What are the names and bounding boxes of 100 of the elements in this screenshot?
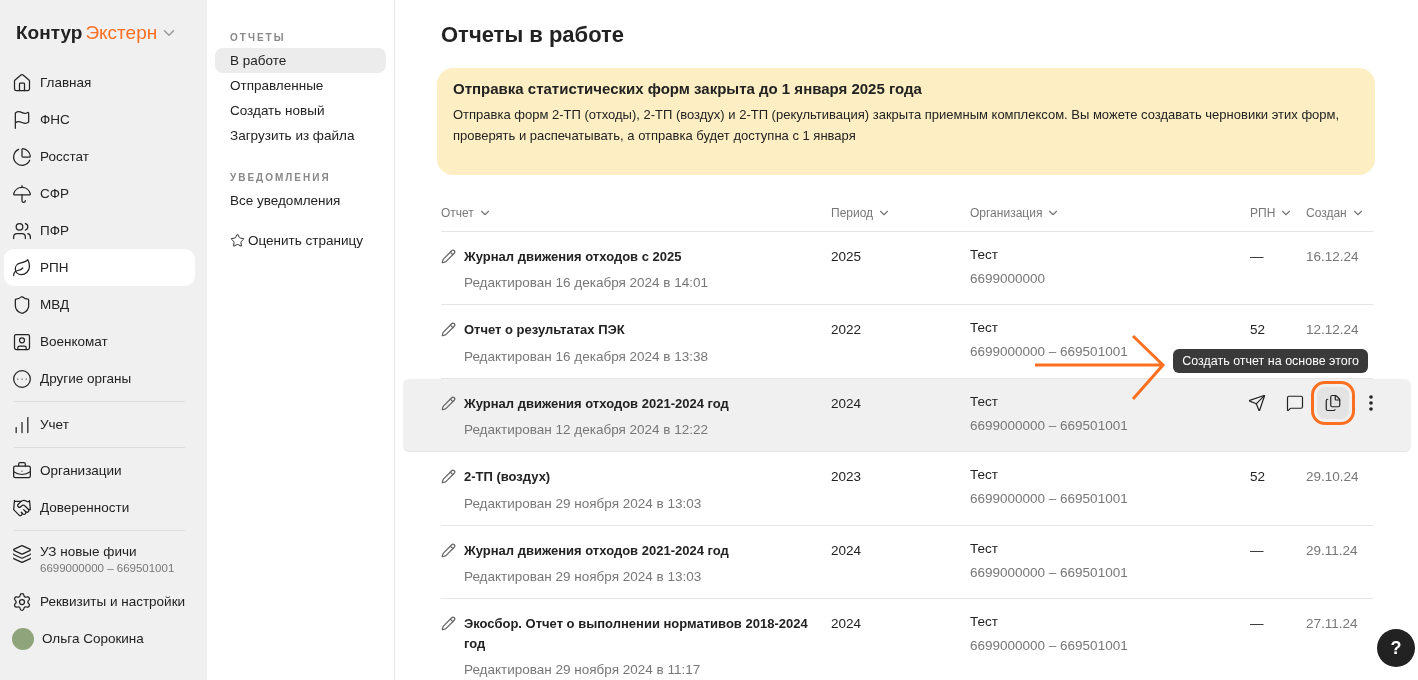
edited-date: Редактирован 29 ноября 2024 в 13:03 (464, 495, 702, 511)
period-cell: 2023 (831, 469, 862, 485)
pencil-icon (441, 469, 456, 485)
organization-number: 6699000000 (970, 270, 1047, 286)
documents-icon (1324, 393, 1342, 412)
organization-name: Тест (970, 246, 999, 262)
created-date: 12.12.24 (1306, 322, 1359, 338)
sidebar-item[interactable]: Главная (4, 64, 195, 101)
sidebar-item[interactable]: Военкомат (4, 323, 195, 360)
page-title: Отчеты в работе (441, 22, 626, 48)
created-date: 29.11.24 (1306, 542, 1358, 558)
comment-icon (1286, 393, 1304, 412)
avatar (12, 627, 34, 650)
period-cell: 2022 (831, 322, 862, 338)
pencil-icon (441, 322, 456, 338)
report-title[interactable]: 2-ТП (воздух) (464, 467, 702, 487)
sidebar-item[interactable]: ФНС (4, 101, 195, 138)
created-date: 29.10.24 (1306, 469, 1359, 485)
organization-name: Тест (970, 540, 999, 556)
dots-circle-icon (12, 368, 32, 389)
organization-number: 6699000000 – 669501001 (970, 638, 1129, 654)
banner-title: Отправка статистических форм закрыта до 1 января 2025 года (453, 80, 923, 97)
column-header[interactable]: Организация (970, 205, 1250, 220)
table-row[interactable]: Экосбор. Отчет о выполнении нормативов 2018-2024 год Редактирован 29 ноября 2024 в 11:17 2024 Тест 6699000000 – 669501001 — 27.11.24 (441, 599, 1373, 680)
sidebar-item[interactable]: Другие органы (4, 360, 195, 397)
table-row[interactable]: 2-ТП (воздух) Редактирован 29 ноября 2024 в 13:03 2023 Тест 6699000000 – 669501001 52 29.10.24 (441, 452, 1373, 526)
column-header[interactable]: Создан (1306, 205, 1373, 220)
account-number: 6699000000 – 669501001 (40, 562, 175, 574)
portrait-icon (12, 331, 32, 352)
sidebar-item[interactable]: СФР (4, 175, 195, 212)
account-switcher[interactable]: УЗ новые фичи 6699000000 – 669501001 (4, 535, 195, 583)
handshake-icon (12, 497, 32, 518)
edited-date: Редактирован 16 декабря 2024 в 13:38 (464, 348, 709, 364)
nav-section-heading: ОТЧЕТЫ (229, 32, 287, 43)
nav-item[interactable]: Загрузить из файла (215, 123, 386, 148)
period-cell: 2024 (831, 616, 862, 632)
organization-name: Тест (970, 467, 999, 483)
umbrella-icon (12, 183, 32, 204)
pencil-icon (441, 542, 456, 558)
shield-icon (12, 294, 32, 315)
nav-item[interactable]: В работе (215, 48, 386, 73)
rpn-cell: — (1250, 248, 1264, 264)
report-title[interactable]: Отчет о результатах ПЭК (464, 320, 709, 340)
report-title[interactable]: Экосбор. Отчет о выполнении нормативов 2018-2024 год (464, 614, 831, 654)
organization-number: 6699000000 – 669501001 (970, 344, 1129, 360)
created-date: 16.12.24 (1306, 248, 1359, 264)
pencil-icon (441, 248, 456, 264)
period-cell: 2024 (831, 395, 862, 411)
organization-name: Тест (970, 393, 999, 409)
nav-item[interactable]: Отправленные (215, 73, 386, 98)
nav-item[interactable]: Все уведомления (215, 188, 386, 213)
hovered-row[interactable]: Журнал движения отходов 2021-2024 год Редактирован 12 декабря 2024 в 12:22 2024 Тест 6699000000 – 669501001 (403, 378, 1411, 453)
settings-icon (12, 591, 32, 612)
rate-page-link[interactable]: Оценить страницу (215, 233, 386, 248)
edited-date: Редактирован 29 ноября 2024 в 13:03 (464, 569, 703, 585)
leaf-icon (12, 257, 32, 278)
sidebar-item[interactable]: Доверенности (4, 489, 195, 526)
organization-number: 6699000000 – 669501001 (970, 491, 1129, 507)
period-cell: 2024 (831, 542, 862, 558)
period-cell: 2025 (831, 248, 862, 264)
help-button[interactable]: ? (1377, 629, 1415, 667)
edited-date: Редактирован 16 декабря 2024 в 14:01 (464, 275, 709, 291)
sidebar-item[interactable]: Росстат (4, 138, 195, 175)
column-header[interactable]: Период (831, 205, 970, 220)
nav-item[interactable]: Создать новый (215, 98, 386, 123)
table-row[interactable]: Журнал движения отходов 2021-2024 год Редактирован 29 ноября 2024 в 13:03 2024 Тест 6699000000 – 669501001 — 29.11.24 (441, 525, 1373, 600)
more-icon (1369, 394, 1373, 411)
edited-date: Редактирован 12 декабря 2024 в 12:22 (464, 422, 710, 438)
account-name: УЗ новые фичи (40, 544, 138, 559)
sidebar-item[interactable]: ПФР (4, 212, 195, 249)
pencil-icon (441, 616, 456, 632)
banner-text: Отправка форм 2-ТП (отходы), 2-ТП (воздух) и 2-ТП (рекультивация) закрыта приемным комплексом. Вы можете создавать черновики этих форм, проверять и распечатывать, а отправка будет доступна с 1 января (453, 106, 1341, 145)
stack-icon (12, 544, 32, 564)
nav-section-heading: УВЕДОМЛЕНИЯ (229, 172, 332, 183)
logo-brand: Контур (16, 22, 83, 44)
organization-name: Тест (970, 614, 999, 630)
rpn-cell: — (1250, 616, 1264, 632)
pencil-icon (441, 395, 456, 411)
report-title[interactable]: Журнал движения отходов с 2025 (464, 246, 709, 267)
sidebar-item[interactable]: Реквизиты и настройки (4, 583, 195, 620)
created-date: 27.11.24 (1306, 616, 1358, 632)
sidebar-item[interactable]: РПН (4, 249, 195, 286)
edited-date: Редактирован 29 ноября 2024 в 11:17 (464, 662, 702, 678)
rpn-cell: 52 (1250, 322, 1266, 338)
report-title[interactable]: Журнал движения отходов 2021-2024 год (464, 393, 749, 414)
sidebar-item[interactable]: Учет (4, 406, 195, 443)
pie-chart-icon (12, 146, 32, 167)
column-header[interactable]: РПН (1250, 205, 1306, 220)
home-icon (12, 72, 32, 93)
table-row[interactable]: Журнал движения отходов с 2025 Редактирован 16 декабря 2024 в 14:01 2025 Тест 6699000000 — 16.12.24 (441, 231, 1373, 306)
organization-number: 6699000000 – 669501001 (970, 564, 1129, 580)
sidebar-item[interactable]: МВД (4, 286, 195, 323)
report-title[interactable]: Журнал движения отходов 2021-2024 год (464, 540, 749, 561)
star-icon (230, 233, 245, 248)
user-profile[interactable]: Ольга Сорокина (4, 620, 195, 657)
column-header[interactable]: Отчет (441, 205, 831, 220)
briefcase-icon (12, 460, 32, 481)
organization-number: 6699000000 – 669501001 (970, 417, 1129, 433)
tooltip: Создать отчет на основе этого (1173, 348, 1368, 373)
sidebar-item[interactable]: Организации (4, 452, 195, 489)
